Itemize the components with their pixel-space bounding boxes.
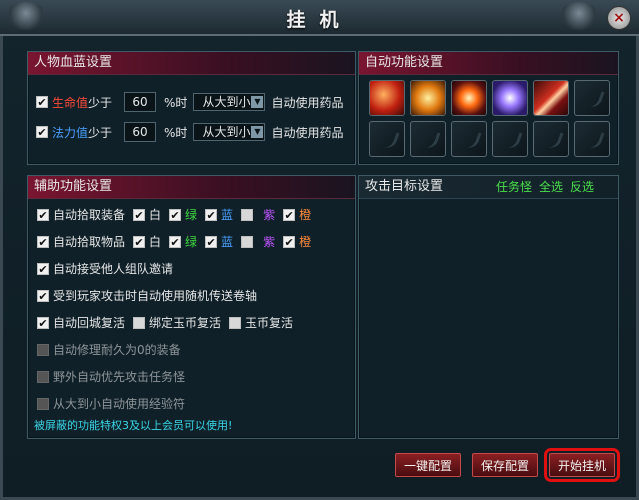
pick-equip-purple-checkbox[interactable] xyxy=(241,208,254,221)
teleport-label: 受到玩家攻击时自动使用随机传送卷轴 xyxy=(53,289,258,303)
skill-slot-7-empty-icon[interactable] xyxy=(369,121,405,157)
prefer-quest-monster-checkbox xyxy=(37,370,49,383)
accept-team-checkbox[interactable]: ✔ xyxy=(37,262,49,275)
exp-charm-checkbox xyxy=(37,397,49,410)
jade-revive-label: 玉币复活 xyxy=(245,316,294,330)
pick-item-orange-checkbox[interactable]: ✔ xyxy=(283,235,296,248)
skill-slot-12-empty-icon[interactable] xyxy=(574,121,610,157)
pick-equip-blue-checkbox[interactable]: ✔ xyxy=(205,208,218,221)
pick-item-purple-checkbox[interactable] xyxy=(241,235,254,248)
hp-action-label: 自动使用药品 xyxy=(271,95,344,110)
mp-action-label: 自动使用药品 xyxy=(271,125,344,140)
skill-slot-11-empty-icon[interactable] xyxy=(533,121,569,157)
mp-percent-label: %时 xyxy=(164,125,188,140)
skill-slot-9-empty-icon[interactable] xyxy=(451,121,487,157)
skill-slot-8-empty-icon[interactable] xyxy=(410,121,446,157)
attack-target-heading: 攻击目标设置 xyxy=(365,179,444,194)
skill-slot-5-fire-strike-icon[interactable] xyxy=(533,80,569,116)
pick-equip-checkbox[interactable]: ✔ xyxy=(37,208,49,221)
exp-charm-row: 从大到小自动使用经验符 xyxy=(37,395,185,412)
start-auto-battle-button[interactable]: 开始挂机 xyxy=(544,448,620,482)
attack-target-heading-bar: 攻击目标设置 任务怪 全选 反选 xyxy=(359,176,618,199)
select-all-link[interactable]: 全选 xyxy=(539,176,563,198)
pick-item-blue-label: 蓝 xyxy=(221,235,234,249)
skill-slot-2-blade-spin-icon[interactable] xyxy=(410,80,446,116)
pick-item-white-checkbox[interactable]: ✔ xyxy=(133,235,146,248)
exp-charm-label: 从大到小自动使用经验符 xyxy=(53,397,186,411)
auto-skill-heading: 自动功能设置 xyxy=(359,52,618,75)
invert-selection-link[interactable]: 反选 xyxy=(570,176,594,198)
pick-item-blue-checkbox[interactable]: ✔ xyxy=(205,235,218,248)
pick-equip-white-label: 白 xyxy=(149,208,162,222)
hp-less-than-label: 少于 xyxy=(88,95,113,110)
chevron-down-icon: ▼ xyxy=(251,96,264,108)
pick-item-row: ✔ 自动拾取物品 ✔ 白 ✔ 绿 ✔ 蓝 紫 ✔ 橙 xyxy=(37,233,311,250)
bound-jade-revive-label: 绑定玉币复活 xyxy=(149,316,222,330)
hp-percent-label: %时 xyxy=(164,95,188,110)
mp-auto-potion-checkbox[interactable]: ✔ xyxy=(36,126,48,139)
mp-label: 法力值 xyxy=(52,125,89,140)
repair-label: 自动修理耐久为0的装备 xyxy=(53,343,181,357)
window-title: 挂机 xyxy=(286,9,353,31)
pick-equip-label: 自动拾取装备 xyxy=(53,208,126,222)
hp-label: 生命值 xyxy=(52,95,89,110)
save-config-button[interactable]: 保存配置 xyxy=(472,453,538,477)
skill-slot-6-empty-icon[interactable] xyxy=(574,80,610,116)
pick-item-purple-label: 紫 xyxy=(263,235,276,249)
jade-revive-checkbox[interactable] xyxy=(229,316,242,329)
attack-target-panel: 攻击目标设置 任务怪 全选 反选 xyxy=(358,175,619,439)
hp-mp-settings-heading: 人物血蓝设置 xyxy=(28,52,355,75)
accept-team-label: 自动接受他人组队邀请 xyxy=(53,262,174,276)
mp-less-than-label: 少于 xyxy=(88,125,113,140)
hp-auto-potion-checkbox[interactable]: ✔ xyxy=(36,96,48,109)
repair-row: 自动修理耐久为0的装备 xyxy=(37,341,181,358)
vip-note: 被屏蔽的功能特权3及以上会员可以使用! xyxy=(34,419,233,432)
mp-threshold-input[interactable]: 60 xyxy=(124,122,157,142)
pick-item-orange-label: 橙 xyxy=(299,235,312,249)
pick-equip-orange-checkbox[interactable]: ✔ xyxy=(283,208,296,221)
close-icon[interactable]: × xyxy=(607,6,631,30)
revive-city-checkbox[interactable]: ✔ xyxy=(37,316,49,329)
pick-item-green-label: 绿 xyxy=(185,235,198,249)
skill-slot-1-sword-slash-icon[interactable] xyxy=(369,80,405,116)
pick-equip-orange-label: 橙 xyxy=(299,208,312,222)
pick-equip-green-checkbox[interactable]: ✔ xyxy=(169,208,182,221)
revive-city-label: 自动回城复活 xyxy=(53,316,126,330)
quest-monster-link[interactable]: 任务怪 xyxy=(496,176,532,198)
pick-item-checkbox[interactable]: ✔ xyxy=(37,235,49,248)
pick-equip-row: ✔ 自动拾取装备 ✔ 白 ✔ 绿 ✔ 蓝 紫 ✔ 橙 xyxy=(37,206,311,223)
teleport-row: ✔ 受到玩家攻击时自动使用随机传送卷轴 xyxy=(37,287,257,304)
prefer-quest-monster-label: 野外自动优先攻击任务怪 xyxy=(53,370,186,384)
mp-order-value: 从大到小 xyxy=(202,125,251,139)
prefer-quest-monster-row: 野外自动优先攻击任务怪 xyxy=(37,368,185,385)
hp-threshold-input[interactable]: 60 xyxy=(124,92,157,112)
pick-equip-purple-label: 紫 xyxy=(263,208,276,222)
title-bar[interactable]: 挂机 × xyxy=(0,0,639,36)
skill-slot-4-arcane-burst-icon[interactable] xyxy=(492,80,528,116)
hp-order-value: 从大到小 xyxy=(202,95,251,109)
revive-row: ✔ 自动回城复活 绑定玉币复活 玉币复活 xyxy=(37,314,293,331)
accept-team-row: ✔ 自动接受他人组队邀请 xyxy=(37,260,173,277)
bound-jade-revive-checkbox[interactable] xyxy=(133,316,146,329)
mp-order-select[interactable]: 从大到小 ▼ xyxy=(193,123,266,141)
chevron-down-icon: ▼ xyxy=(251,126,264,138)
hp-order-select[interactable]: 从大到小 ▼ xyxy=(193,93,266,111)
mp-setting-row: ✔ 法力值 少于 60 %时 从大到小 ▼ 自动使用药品 xyxy=(36,122,343,142)
pick-equip-green-label: 绿 xyxy=(185,208,198,222)
skill-slot-3-explosion-icon[interactable] xyxy=(451,80,487,116)
pick-equip-blue-label: 蓝 xyxy=(221,208,234,222)
pick-item-green-checkbox[interactable]: ✔ xyxy=(169,235,182,248)
pick-equip-white-checkbox[interactable]: ✔ xyxy=(133,208,146,221)
assist-settings-heading: 辅助功能设置 xyxy=(28,176,355,199)
pick-item-white-label: 白 xyxy=(149,235,162,249)
hp-setting-row: ✔ 生命值 少于 60 %时 从大到小 ▼ 自动使用药品 xyxy=(36,92,343,112)
skill-slot-10-empty-icon[interactable] xyxy=(492,121,528,157)
one-key-config-button[interactable]: 一键配置 xyxy=(395,453,461,477)
repair-checkbox xyxy=(37,343,49,356)
pick-item-label: 自动拾取物品 xyxy=(53,235,126,249)
teleport-checkbox[interactable]: ✔ xyxy=(37,289,49,302)
